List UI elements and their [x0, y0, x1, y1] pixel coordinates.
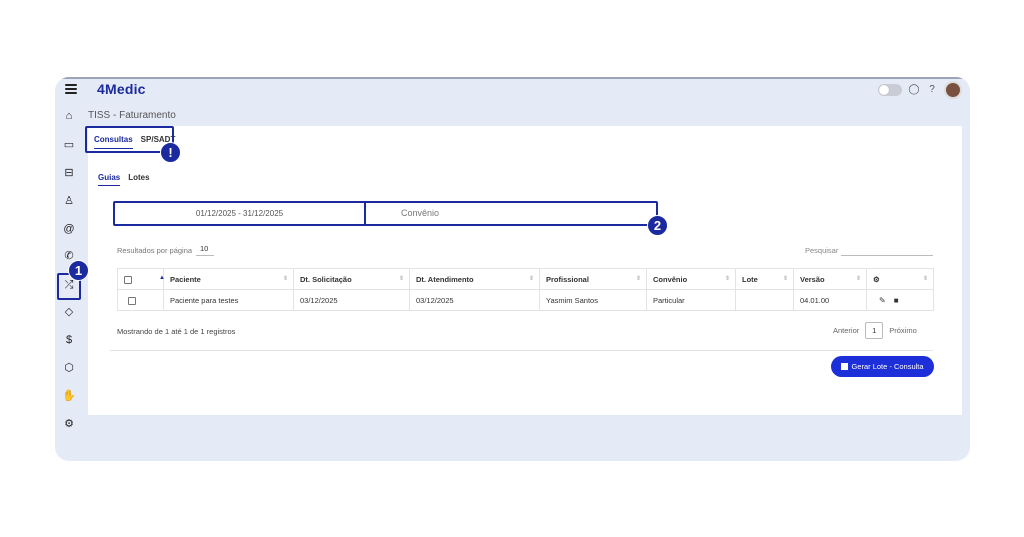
document-icon [841, 363, 849, 370]
edit-icon[interactable]: ✎ [879, 296, 886, 305]
convenio-select[interactable]: Convênio [366, 203, 656, 224]
per-page-select[interactable]: 10 [196, 244, 214, 256]
cell-convenio: Particular [646, 289, 736, 311]
checkbox[interactable] [128, 296, 136, 305]
callout-badge-2: 2 [647, 215, 668, 236]
per-page-label: Resultados por página [117, 246, 193, 255]
page-number[interactable]: 1 [865, 322, 884, 339]
search-label: Pesquisar [805, 246, 839, 255]
cell-versao: 04.01.00 [793, 289, 867, 311]
cell-profissional: Yasmim Santos [539, 289, 647, 311]
settings-icon: ⚙ [873, 274, 880, 284]
header-select-all[interactable]: ▲ [117, 268, 165, 290]
user-icon[interactable]: ♙ [61, 193, 77, 209]
avatar[interactable] [944, 81, 962, 99]
column-header[interactable]: Dt. Solicitação ⇕ [293, 268, 410, 290]
app-window: 4Medic ◯ ? ⌂ ▭ ⊟ ♙ @ ✆ ⤮ ◇ $ ⬡ ✋ ⚙ 1 TIS… [55, 77, 970, 461]
main-panel: Consultas SP/SADT ! Guias Lotes 01/12/20… [85, 126, 962, 415]
page-title: TISS - Faturamento [88, 110, 176, 121]
chat-icon[interactable]: ◯ [908, 84, 920, 96]
trash-icon[interactable]: ■ [894, 296, 899, 305]
next-page-button[interactable]: Próximo [889, 326, 917, 335]
checkbox[interactable] [124, 275, 132, 284]
callout-badge-exclaim: ! [160, 142, 181, 163]
prev-page-button[interactable]: Anterior [833, 326, 859, 335]
column-header-actions: ⚙ ⇕ [866, 268, 934, 290]
help-icon[interactable]: ? [926, 84, 938, 96]
date-range-input[interactable]: 01/12/2025 - 31/12/2025 [115, 203, 366, 224]
column-header[interactable]: Profissional ⇕ [539, 268, 647, 290]
column-header[interactable]: Lote ⇕ [735, 268, 794, 290]
cell-dt-solicitacao: 03/12/2025 [293, 289, 410, 311]
at-icon[interactable]: @ [61, 221, 77, 237]
dollar-icon[interactable]: $ [61, 332, 77, 348]
divider [110, 350, 933, 351]
topbar-actions: ◯ ? [878, 80, 962, 100]
tab-lotes[interactable]: Lotes [128, 173, 149, 186]
app-logo[interactable]: 4Medic [97, 81, 146, 97]
home-icon[interactable]: ⌂ [61, 108, 77, 124]
top-border [55, 77, 970, 79]
cell-dt-atendimento: 03/12/2025 [409, 289, 540, 311]
column-header[interactable]: Convênio ⇕ [646, 268, 736, 290]
cell-paciente: Paciente para testes [163, 289, 294, 311]
sub-tabs: Guias Lotes [98, 173, 150, 186]
calendar-icon[interactable]: ▭ [61, 137, 77, 153]
gerar-lote-button[interactable]: Gerar Lote - Consulta [831, 356, 934, 377]
tab-guias[interactable]: Guias [98, 173, 121, 186]
pagination: Anterior 1 Próximo [833, 322, 917, 339]
search-input[interactable] [841, 243, 933, 256]
cell-lote [735, 289, 794, 311]
gear-icon[interactable]: ⚙ [61, 416, 77, 432]
callout-badge-1: 1 [68, 260, 89, 281]
table-info: Mostrando de 1 até 1 de 1 registros [117, 327, 236, 336]
guides-table: ▲ Paciente ⇕ Dt. Solicitação ⇕ Dt. Atendim… [117, 268, 934, 311]
column-header[interactable]: Paciente ⇕ [163, 268, 294, 290]
column-header[interactable]: Dt. Atendimento ⇕ [409, 268, 540, 290]
column-header[interactable]: Versão ⇕ [793, 268, 867, 290]
table-row[interactable]: Paciente para testes 03/12/2025 03/12/20… [117, 289, 934, 311]
box-icon[interactable]: ⬡ [61, 360, 77, 376]
menu-icon[interactable] [65, 84, 77, 94]
car-icon[interactable]: ⊟ [61, 165, 77, 181]
cell-actions: ✎ ■ [866, 289, 934, 311]
tag-icon[interactable]: ◇ [61, 304, 77, 320]
row-select[interactable] [117, 289, 164, 311]
hand-icon[interactable]: ✋ [61, 388, 77, 404]
filter-bar: 01/12/2025 - 31/12/2025 Convênio [113, 201, 658, 226]
table-header-row: ▲ Paciente ⇕ Dt. Solicitação ⇕ Dt. Atendim… [117, 268, 934, 290]
theme-toggle[interactable] [878, 84, 902, 96]
